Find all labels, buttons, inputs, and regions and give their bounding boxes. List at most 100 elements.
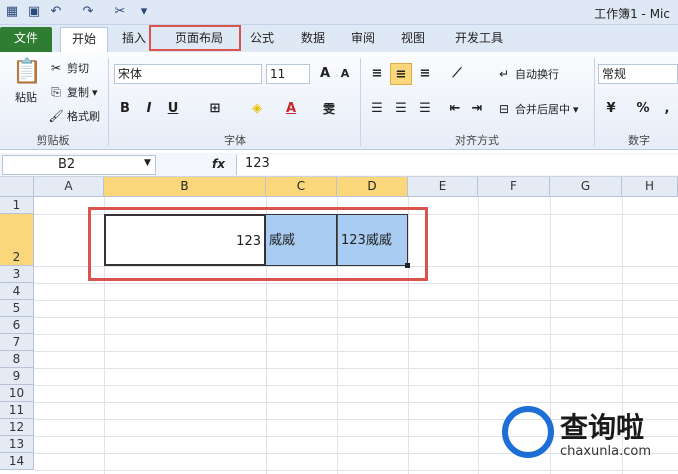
tab-home[interactable]: 开始 (60, 27, 108, 52)
save-icon[interactable]: ▣ (26, 4, 42, 20)
tools-icon[interactable]: ✂ (112, 4, 128, 20)
formula-bar: B2 ▼ fx 123 (0, 153, 678, 177)
selection-highlight (88, 207, 428, 281)
tab-review[interactable]: 审阅 (342, 27, 384, 52)
currency-icon[interactable]: ¥ (600, 98, 622, 120)
grow-font-icon[interactable]: A (314, 63, 336, 85)
name-box[interactable]: B2 (2, 155, 156, 175)
chevron-down-icon: ▾ (573, 102, 579, 116)
chevron-down-icon[interactable]: ▼ (144, 158, 151, 168)
tab-developer[interactable]: 开发工具 (444, 27, 514, 52)
row-header-1[interactable]: 1 (0, 197, 34, 214)
row-header-12[interactable]: 12 (0, 419, 34, 436)
gridline (34, 402, 678, 403)
divider (594, 58, 595, 146)
gridline (34, 385, 678, 386)
select-all-corner[interactable] (0, 177, 34, 197)
column-header-a[interactable]: A (34, 177, 104, 197)
italic-button[interactable]: I (138, 98, 160, 120)
row-header-4[interactable]: 4 (0, 283, 34, 300)
row-header-6[interactable]: 6 (0, 317, 34, 334)
column-header-c[interactable]: C (266, 177, 337, 197)
align-right-icon[interactable]: ☰ (414, 98, 436, 120)
column-header-g[interactable]: G (550, 177, 622, 197)
copy-icon: ⎘ (51, 85, 61, 99)
formula-input[interactable]: 123 (236, 155, 678, 175)
increase-indent-icon[interactable]: ⇥ (466, 98, 488, 120)
font-color-icon[interactable]: A (280, 98, 302, 120)
gridline (34, 368, 678, 369)
gridline (34, 334, 678, 335)
underline-button[interactable]: U (162, 98, 184, 120)
wrap-text-button[interactable]: ↵ 自动换行 (496, 66, 559, 82)
gridline (34, 351, 678, 352)
row-header-14[interactable]: 14 (0, 453, 34, 470)
divider (360, 58, 361, 146)
gridline (34, 300, 678, 301)
column-header-d[interactable]: D (337, 177, 408, 197)
watermark-logo: 查询啦 chaxunla.com (502, 406, 672, 468)
divider (108, 58, 109, 146)
quick-access-toolbar: ▦ ▣ ↶ ↷ ✂ ▾ 工作簿1 - Mic (0, 0, 678, 25)
align-top-icon[interactable]: ≡ (366, 63, 388, 85)
align-middle-icon[interactable]: ≡ (390, 63, 412, 85)
format-painter-button[interactable]: 🖌 格式刷 (48, 108, 100, 124)
comma-icon[interactable]: , (656, 98, 678, 120)
undo-icon[interactable]: ↶ (48, 4, 64, 20)
number-group-label: 数字 (628, 134, 650, 147)
row-header-13[interactable]: 13 (0, 436, 34, 453)
tab-data[interactable]: 数据 (292, 27, 334, 52)
ribbon-tabs: 文件 开始 插入 页面布局 公式 数据 审阅 视图 开发工具 (0, 25, 678, 52)
customize-icon[interactable]: ▾ (136, 4, 152, 20)
row-header-11[interactable]: 11 (0, 402, 34, 419)
excel-icon: ▦ (5, 4, 19, 19)
align-center-icon[interactable]: ☰ (390, 98, 412, 120)
window-title: 工作簿1 - Mic (594, 7, 670, 21)
align-left-icon[interactable]: ☰ (366, 98, 388, 120)
row-header-5[interactable]: 5 (0, 300, 34, 317)
paste-button[interactable]: 📋 粘贴 (8, 56, 44, 105)
clipboard-group-label: 剪贴板 (36, 134, 70, 147)
watermark-url: chaxunla.com (560, 444, 651, 459)
align-bottom-icon[interactable]: ≡ (414, 63, 436, 85)
wrap-text-icon: ↵ (498, 67, 510, 81)
number-format-select[interactable]: 常规 (598, 64, 678, 84)
brush-icon: 🖌 (48, 109, 64, 123)
border-icon[interactable]: ⊞ (204, 98, 226, 120)
tab-view[interactable]: 视图 (392, 27, 434, 52)
merge-center-button[interactable]: ⊟ 合并后居中 ▾ (496, 101, 579, 117)
decrease-indent-icon[interactable]: ⇤ (444, 98, 466, 120)
font-name-select[interactable]: 宋体 (114, 64, 262, 84)
tab-formulas[interactable]: 公式 (242, 27, 282, 52)
column-header-h[interactable]: H (622, 177, 678, 197)
cut-button[interactable]: ✂ 剪切 (48, 60, 89, 76)
column-header-e[interactable]: E (408, 177, 478, 197)
percent-icon[interactable]: % (632, 98, 654, 120)
row-header-9[interactable]: 9 (0, 368, 34, 385)
phonetic-icon[interactable]: 雯 (318, 98, 340, 120)
fx-icon[interactable]: fx (212, 157, 225, 171)
column-header-f[interactable]: F (478, 177, 550, 197)
tab-file[interactable]: 文件 (0, 27, 52, 52)
row-header-3[interactable]: 3 (0, 266, 34, 283)
row-header-2[interactable]: 2 (0, 214, 34, 266)
font-size-select[interactable]: 11 (266, 64, 310, 84)
gridline (34, 470, 678, 471)
row-header-10[interactable]: 10 (0, 385, 34, 402)
orientation-icon[interactable]: ⟋ (446, 63, 468, 85)
watermark-brand: 查询啦 (560, 411, 645, 444)
gridline (478, 197, 479, 474)
fill-color-icon[interactable]: ◈ (246, 98, 268, 120)
bold-button[interactable]: B (114, 98, 136, 120)
row-header-8[interactable]: 8 (0, 351, 34, 368)
scissors-icon: ✂ (50, 61, 62, 75)
alignment-group-label: 对齐方式 (455, 134, 499, 147)
column-header-b[interactable]: B (104, 177, 266, 197)
gridline (34, 283, 678, 284)
row-header-7[interactable]: 7 (0, 334, 34, 351)
copy-button[interactable]: ⎘ 复制 ▾ (48, 84, 97, 100)
ribbon-home: 📋 粘贴 ✂ 剪切 ⎘ 复制 ▾ 🖌 格式刷 剪贴板 宋体 11 A A B I U ⊞… (0, 52, 678, 150)
font-group-label: 字体 (224, 134, 246, 147)
redo-icon[interactable]: ↷ (80, 4, 96, 20)
shrink-font-icon[interactable]: A (334, 63, 356, 85)
